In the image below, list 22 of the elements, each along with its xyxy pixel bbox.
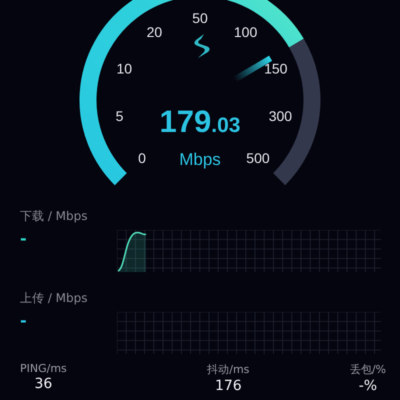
scale-label: 300 [268,108,292,124]
section-value: - [20,229,28,248]
stat-value: 176 [214,378,242,394]
speed-value: 179.03 [160,104,240,139]
section-value: - [20,311,28,330]
scale-label: 0 [138,150,146,166]
stat-value: -% [358,378,378,394]
speed-unit: Mbps [179,150,221,169]
scale-label: 100 [234,24,258,40]
scale-label: 10 [116,60,132,77]
scale-label: 5 [116,108,124,124]
section-label: 下载 / Mbps [20,208,89,225]
scale-label: 50 [192,10,208,26]
scale-label: 150 [264,60,288,77]
scale-label: 20 [146,24,162,40]
logo-icon [194,34,210,58]
scale-label: 500 [246,150,270,166]
stat-label: 丢包/% [350,362,386,377]
stat-label: PING/ms [20,362,67,375]
section-label: 上传 / Mbps [20,290,89,307]
stat-label: 抖动/ms [207,362,250,377]
stat-value: 36 [34,376,52,392]
